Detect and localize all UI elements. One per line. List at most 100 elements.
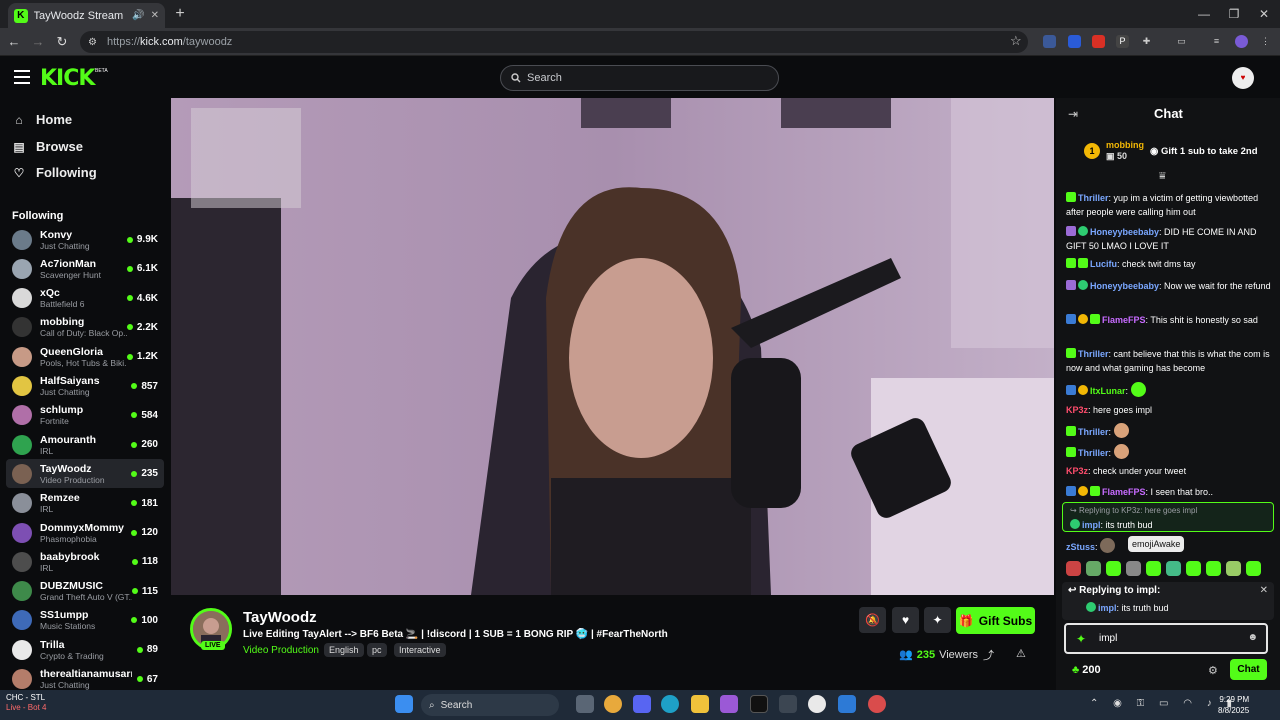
sidebar-channel[interactable]: mobbing Call of Duty: Black Op... 2.2K [6,313,164,342]
vscode-icon[interactable] [838,695,856,713]
chat-message[interactable]: FlameFPS: I seen that bro.. [1066,486,1276,500]
chat-username[interactable]: Thriller [1078,193,1109,203]
back-button[interactable]: ← [4,32,24,52]
tag-pc[interactable]: pc [367,643,387,657]
taskbar-clock[interactable]: 9:29 PM 8/8/2025 [1218,694,1249,716]
chat-input[interactable]: ✦ impl ☻ [1064,623,1268,654]
chat-message[interactable]: Honeyybeebaby: DID HE COME IN AND GIFT 5… [1066,226,1276,253]
sidebar-channel[interactable]: Remzee IRL 181 [6,489,164,518]
video-player[interactable] [171,98,1054,595]
store-icon[interactable] [779,695,797,713]
file-explorer-icon[interactable] [691,695,709,713]
chrome-icon[interactable] [604,695,622,713]
emote-icon[interactable] [1166,561,1181,576]
chat-message[interactable]: ItxLunar: [1066,382,1276,399]
emote-icon[interactable] [1126,561,1141,576]
chat-settings-icon[interactable]: ⚙ [1208,664,1218,677]
chat-username[interactable]: Honeyybeebaby [1090,227,1159,237]
chat-message[interactable]: KP3z: check under your tweet [1066,465,1276,479]
window-close-button[interactable]: ✕ [1252,5,1276,23]
extension-red-icon[interactable] [1092,35,1105,48]
copilot-icon[interactable] [720,695,738,713]
bookmark-star-icon[interactable]: ☆ [1010,33,1022,49]
emote-icon[interactable] [1066,561,1081,576]
extension-p-icon[interactable]: P [1116,35,1129,48]
chat-username[interactable]: Thriller [1078,427,1109,437]
reply-message[interactable]: ↪ Replying to KP3z: here goes impl impl:… [1062,502,1274,532]
nav-home[interactable]: ⌂ Home [12,112,72,127]
search-input[interactable]: Search [500,65,779,91]
tab-audio-icon[interactable]: 🔊 [132,10,144,21]
forward-button[interactable]: → [28,32,48,52]
chat-message[interactable]: FlameFPS: This shit is honestly so sad [1066,314,1276,328]
chat-message[interactable]: Lucifu: check twit dms tay [1066,258,1276,272]
kick-logo[interactable]: KICK [40,66,95,91]
share-icon[interactable]: ⤴ [983,647,994,663]
emote-icon[interactable] [1186,561,1201,576]
stream-category-link[interactable]: Video Production [243,645,319,656]
sidebar-channel[interactable]: TayWoodz Video Production 235 [6,459,164,489]
sidebar-channel[interactable]: QueenGloria Pools, Hot Tubs & Biki... 1.2K [6,342,164,371]
tiktok-icon[interactable] [750,695,768,713]
channel-points[interactable]: ♣ 200 [1072,664,1101,676]
reload-button[interactable]: ↻ [52,32,72,52]
emote-icon[interactable] [1086,561,1101,576]
media-control-icon[interactable]: ≡ [1210,35,1223,48]
sidebar-channel[interactable]: Amouranth IRL 260 [6,430,164,459]
chat-username[interactable]: FlameFPS [1102,315,1146,325]
extension-shield-icon[interactable] [1043,35,1056,48]
task-view-icon[interactable] [576,695,594,713]
tag-english[interactable]: English [324,643,364,657]
chat-message[interactable]: Thriller: [1066,423,1276,440]
emote-icon[interactable] [1206,561,1221,576]
chat-username[interactable]: KP3z [1066,405,1088,415]
extensions-puzzle-icon[interactable]: ✚ [1140,35,1153,48]
follow-button[interactable]: ♥ [892,607,919,633]
sidebar-channel[interactable]: Konvy Just Chatting 9.9K [6,225,164,254]
taskbar-widget[interactable]: CHC - STL Live - Bot 4 [6,693,46,713]
report-icon[interactable]: ⚠ [1016,647,1026,660]
sidebar-channel[interactable]: HalfSaiyans Just Chatting 857 [6,372,164,401]
gift-leaderboard[interactable]: 1 mobbing ▣ 50 ◉ Gift 1 sub to take 2nd [1084,140,1258,162]
browser-tab[interactable]: K TayWoodz Stream - Watch 🔊 ✕ [8,3,165,28]
chat-username[interactable]: ItxLunar [1090,386,1126,396]
profile-avatar-icon[interactable] [1235,35,1248,48]
site-info-icon[interactable]: ⚙ [88,37,97,48]
chat-filter-icon[interactable]: ⩸ [1159,170,1166,183]
extension-blue-icon[interactable] [1068,35,1081,48]
sidebar-channel[interactable]: schlump Fortnite 584 [6,401,164,430]
emote-icon[interactable] [1226,561,1241,576]
sidebar-channel[interactable]: SS1umpp Music Stations 100 [6,606,164,635]
obs-icon[interactable] [808,695,826,713]
restore-button[interactable]: ❐ [1222,5,1246,23]
mute-notifications-button[interactable]: 🔕 [859,607,886,633]
chat-username[interactable]: FlameFPS [1102,487,1146,497]
chat-message[interactable]: Thriller: yup im a victim of getting vie… [1066,192,1276,219]
chat-username[interactable]: Thriller [1078,448,1109,458]
tab-close-icon[interactable]: ✕ [151,10,159,21]
chat-message[interactable]: Thriller: cant believe that this is what… [1066,348,1276,375]
sparkle-button[interactable]: ✦ [924,607,951,633]
app-icon[interactable] [868,695,886,713]
cast-icon[interactable]: ▭ [1175,35,1188,48]
emote-icon[interactable] [1106,561,1121,576]
chat-username[interactable]: Honeyybeebaby [1090,281,1159,291]
address-bar[interactable]: ⚙ https://kick.com/taywoodz [80,31,1028,53]
sidebar-channel[interactable]: Trilla Crypto & Trading 89 [6,635,164,664]
send-chat-button[interactable]: Chat [1230,659,1267,680]
chat-username[interactable]: Lucifu [1090,259,1117,269]
emote-icon[interactable] [1146,561,1161,576]
emote-icon[interactable] [1246,561,1261,576]
sidebar-channel[interactable]: xQc Battlefield 6 4.6K [6,284,164,313]
taskbar-search[interactable]: ⌕ Search [421,694,559,716]
cancel-reply-icon[interactable]: ✕ [1260,585,1268,596]
chat-message[interactable]: Thriller: [1066,444,1276,461]
sidebar-channel[interactable]: baabybrook IRL 118 [6,547,164,576]
chat-username[interactable]: KP3z [1066,466,1088,476]
sidebar-channel[interactable]: therealtianamusarra Just Chatting 67 [6,665,164,690]
minimize-button[interactable]: — [1192,5,1216,23]
gift-subs-button[interactable]: 🎁 Gift Subs [956,607,1035,634]
streamer-name[interactable]: TayWoodz [243,609,317,626]
chat-username[interactable]: Thriller [1078,349,1109,359]
user-avatar[interactable]: ♥ [1232,67,1254,89]
